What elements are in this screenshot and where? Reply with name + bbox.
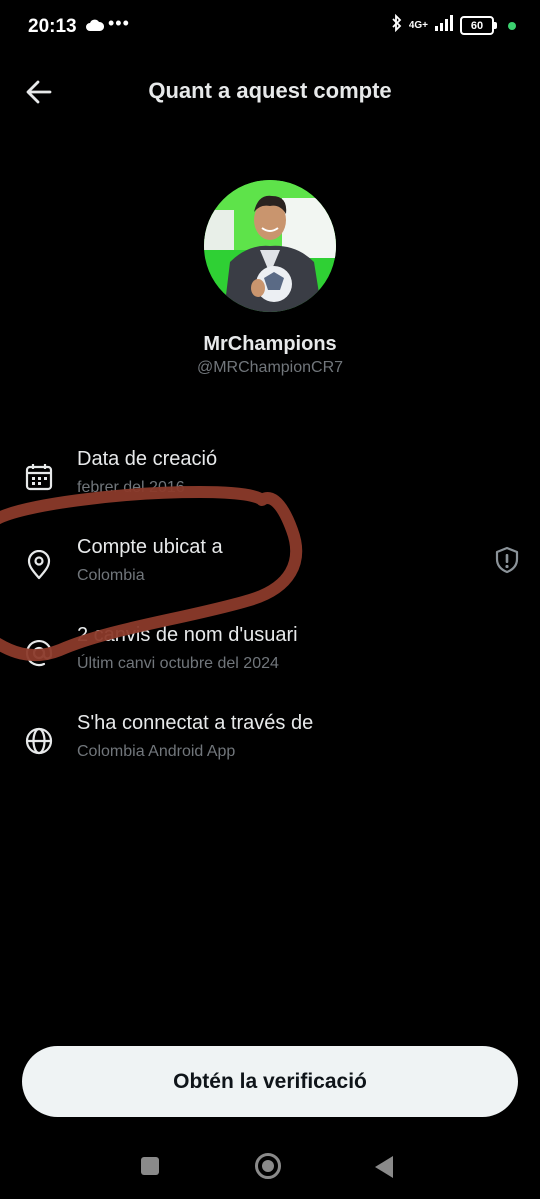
battery-level: 60 xyxy=(470,19,484,32)
bluetooth-icon xyxy=(391,13,403,37)
privacy-indicator-dot xyxy=(508,21,516,30)
detail-value: Colombia Android App xyxy=(77,743,236,760)
avatar[interactable] xyxy=(204,180,336,312)
page-title: Quant a aquest compte xyxy=(148,78,392,103)
detail-label: Compte ubicat a xyxy=(77,536,223,558)
profile-handle: @MRChampionCR7 xyxy=(196,359,344,376)
status-bar: 20:13 ••• 4G+ 60 xyxy=(0,0,540,56)
more-dots-icon: ••• xyxy=(108,13,130,33)
at-sign-icon xyxy=(24,638,54,668)
status-time: 20:13 xyxy=(28,16,77,37)
calendar-icon xyxy=(24,462,54,492)
status-right-group: 4G+ 60 xyxy=(391,13,516,37)
home-circle-icon[interactable] xyxy=(255,1153,281,1179)
detail-label: 2 canvis de nom d'usuari xyxy=(77,624,298,646)
shield-alert-icon[interactable] xyxy=(494,546,520,574)
top-app-bar: Quant a aquest compte xyxy=(0,62,540,120)
location-pin-icon xyxy=(24,549,54,580)
battery-icon: 60 xyxy=(460,16,497,35)
detail-label: Data de creació xyxy=(77,448,218,470)
back-triangle-icon[interactable] xyxy=(375,1156,393,1178)
detail-row-username-changes: 2 canvis de nom d'usuari Últim canvi oct… xyxy=(0,624,540,694)
detail-row-connected-via: S'ha connectat a través de Colombia Andr… xyxy=(0,712,540,782)
detail-row-created: Data de creació febrer del 2016 xyxy=(0,448,540,518)
detail-value: febrer del 2016 xyxy=(77,479,185,496)
get-verified-button[interactable]: Obtén la verificació xyxy=(22,1046,518,1117)
cloud-icon xyxy=(86,18,105,36)
detail-row-location: Compte ubicat a Colombia xyxy=(0,536,540,606)
detail-value: Últim canvi octubre del 2024 xyxy=(77,655,279,672)
recents-square-icon[interactable] xyxy=(141,1157,159,1175)
globe-icon xyxy=(24,726,54,756)
signal-icon xyxy=(434,15,454,36)
system-nav-bar xyxy=(0,1140,540,1199)
network-type: 4G+ xyxy=(408,19,428,31)
detail-value: Colombia xyxy=(77,567,145,584)
detail-label: S'ha connectat a través de xyxy=(77,712,314,734)
profile-name: MrChampions xyxy=(203,333,337,355)
